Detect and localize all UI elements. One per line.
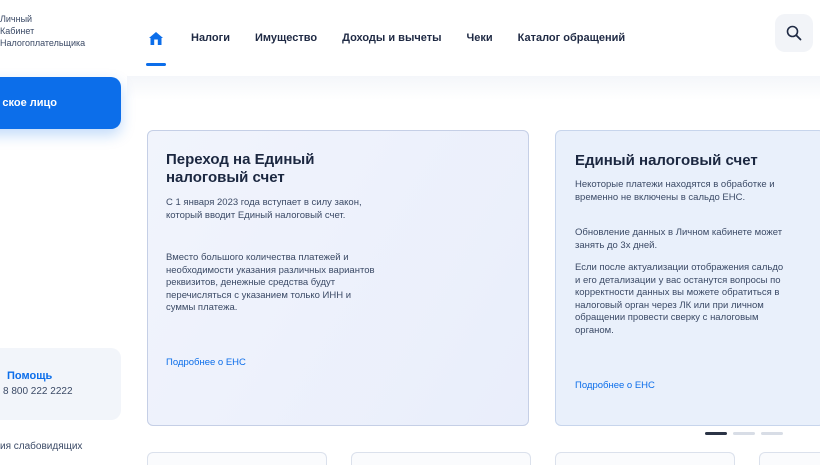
carousel-dot[interactable] xyxy=(761,432,783,435)
carousel-dot-active[interactable] xyxy=(705,432,727,435)
service-tile[interactable] xyxy=(351,452,531,465)
subheader-shadow xyxy=(127,76,820,100)
main-nav: Налоги Имущество Доходы и вычеты Чеки Ка… xyxy=(146,0,650,76)
ens-info-card[interactable]: Единый налоговый счет Некоторые платежи … xyxy=(555,130,820,426)
card-title: Переход на Единый налоговый счет xyxy=(166,151,315,186)
card-paragraph: Вместо большого количества платежей и не… xyxy=(166,252,375,313)
carousel-dot[interactable] xyxy=(733,432,755,435)
nav-item-property[interactable]: Имущество xyxy=(255,32,317,44)
brand-logo-text[interactable]: Личный Кабинет Налогоплательщика xyxy=(0,13,85,49)
home-icon xyxy=(149,31,163,45)
service-tile[interactable] xyxy=(555,452,735,465)
accessibility-link[interactable]: ия слабовидящих xyxy=(0,441,82,452)
search-icon xyxy=(786,25,802,41)
profile-type-label: ское лицо xyxy=(2,97,57,109)
help-title: Помощь xyxy=(7,370,53,382)
help-card[interactable] xyxy=(0,348,121,420)
decorative-circles xyxy=(502,191,529,371)
nav-item-receipts[interactable]: Чеки xyxy=(466,32,492,44)
service-tile[interactable] xyxy=(147,452,327,465)
ens-more-link[interactable]: Подробнее о ЕНС xyxy=(166,357,246,368)
card-paragraph: Обновление данных в Личном кабинете може… xyxy=(575,227,783,251)
help-title-row[interactable]: Помощь xyxy=(3,370,52,382)
brand-line: Налогоплательщика xyxy=(0,38,86,48)
nav-home[interactable] xyxy=(146,18,166,66)
nav-item-taxes[interactable]: Налоги xyxy=(191,32,230,44)
card-title: Единый налоговый счет xyxy=(575,152,758,169)
card-paragraph: С 1 января 2023 года вступает в силу зак… xyxy=(166,197,362,221)
carousel-indicator xyxy=(705,432,783,435)
top-bar: Личный Кабинет Налогоплательщика Налоги … xyxy=(0,0,820,76)
brand-line: Кабинет xyxy=(0,26,35,36)
help-phone[interactable]: 8 800 222 2222 xyxy=(3,386,73,397)
service-tile[interactable] xyxy=(759,452,820,465)
card-paragraph: Если после актуализации отображения саль… xyxy=(575,262,784,336)
card-paragraph: Некоторые платежи находятся в обработке … xyxy=(575,179,775,203)
nav-item-income-deductions[interactable]: Доходы и вычеты xyxy=(342,32,441,44)
brand-line: Личный xyxy=(0,14,33,24)
profile-type-button[interactable]: ское лицо xyxy=(0,77,121,129)
nav-item-appeals-catalog[interactable]: Каталог обращений xyxy=(518,32,626,44)
active-tab-indicator xyxy=(146,63,166,66)
search-button[interactable] xyxy=(775,14,813,52)
ens-transition-card[interactable]: Переход на Единый налоговый счет С 1 янв… xyxy=(147,130,529,426)
ens-more-link[interactable]: Подробнее о ЕНС xyxy=(575,380,655,391)
